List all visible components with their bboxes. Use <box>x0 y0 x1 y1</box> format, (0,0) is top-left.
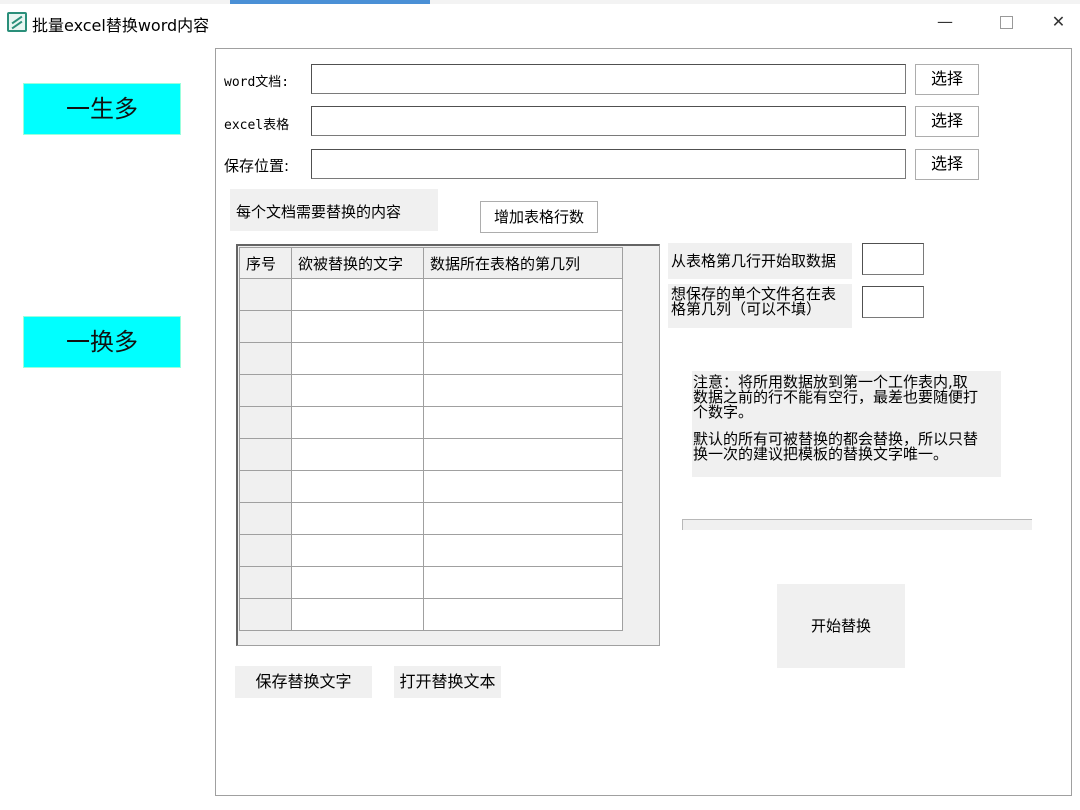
note-line-5: 换一次的建议把模板的替换文字唯一。 <box>693 445 949 463</box>
col-header-column[interactable]: 数据所在表格的第几列 <box>423 247 623 279</box>
column-number-cell[interactable] <box>423 310 623 343</box>
notes-box: 注意：将所用数据放到第一个工作表内,取 数据之前的行不能有空行，最差也要随便打 … <box>692 371 1001 477</box>
column-number-cell[interactable] <box>423 566 623 599</box>
filename-column-label: 想保存的单个文件名在表 格第几列（可以不填） <box>668 284 852 328</box>
table-row[interactable] <box>239 502 623 535</box>
table-row[interactable] <box>239 470 623 503</box>
replace-text-cell[interactable] <box>291 566 424 599</box>
start-row-label: 从表格第几行开始取数据 <box>668 243 852 279</box>
column-number-cell[interactable] <box>423 502 623 535</box>
table-row[interactable] <box>239 598 623 631</box>
table-row[interactable] <box>239 406 623 439</box>
app-icon <box>7 12 27 32</box>
start-replace-button[interactable]: 开始替换 <box>777 584 905 668</box>
save-location-input[interactable] <box>311 149 906 179</box>
column-number-cell[interactable] <box>423 598 623 631</box>
replace-grid[interactable]: 序号 欲被替换的文字 数据所在表格的第几列 <box>239 247 623 631</box>
save-location-label: 保存位置: <box>224 157 290 175</box>
row-header[interactable] <box>239 502 292 535</box>
close-button[interactable]: ✕ <box>1037 4 1080 40</box>
col-header-text[interactable]: 欲被替换的文字 <box>291 247 424 279</box>
replace-text-cell[interactable] <box>291 310 424 343</box>
maximize-icon <box>999 16 1013 29</box>
replace-many-button[interactable]: 一换多 <box>23 316 181 368</box>
window-title: 批量excel替换word内容 <box>32 16 210 35</box>
table-row[interactable] <box>239 374 623 407</box>
replace-text-cell[interactable] <box>291 534 424 567</box>
row-header[interactable] <box>239 566 292 599</box>
replace-text-cell[interactable] <box>291 278 424 311</box>
table-row[interactable] <box>239 438 623 471</box>
replace-text-cell[interactable] <box>291 406 424 439</box>
row-header[interactable] <box>239 406 292 439</box>
replace-text-cell[interactable] <box>291 438 424 471</box>
column-number-cell[interactable] <box>423 278 623 311</box>
add-rows-button[interactable]: 增加表格行数 <box>480 201 598 233</box>
replace-text-cell[interactable] <box>291 342 424 375</box>
minimize-button[interactable]: — <box>915 4 975 40</box>
row-header[interactable] <box>239 278 292 311</box>
progress-bar <box>682 519 1032 530</box>
row-header[interactable] <box>239 598 292 631</box>
word-doc-label: word文档: <box>224 75 290 90</box>
column-number-cell[interactable] <box>423 406 623 439</box>
table-row[interactable] <box>239 342 623 375</box>
save-browse-button[interactable]: 选择 <box>915 149 979 180</box>
excel-input[interactable] <box>311 106 906 136</box>
excel-label: excel表格 <box>224 118 290 133</box>
open-replace-text-button[interactable]: 打开替换文本 <box>394 666 501 698</box>
one-to-many-button[interactable]: 一生多 <box>23 83 181 135</box>
row-header[interactable] <box>239 438 292 471</box>
maximize-button[interactable] <box>976 4 1036 40</box>
row-header[interactable] <box>239 534 292 567</box>
column-number-cell[interactable] <box>423 374 623 407</box>
word-browse-button[interactable]: 选择 <box>915 64 979 95</box>
start-row-input[interactable] <box>862 243 924 275</box>
filename-column-label-line2: 格第几列（可以不填） <box>671 300 822 318</box>
table-row[interactable] <box>239 566 623 599</box>
row-header[interactable] <box>239 374 292 407</box>
replace-content-heading: 每个文档需要替换的内容 <box>230 189 438 231</box>
column-number-cell[interactable] <box>423 534 623 567</box>
row-header[interactable] <box>239 310 292 343</box>
save-replace-text-button[interactable]: 保存替换文字 <box>235 666 372 698</box>
filename-column-input[interactable] <box>862 286 924 318</box>
word-doc-input[interactable] <box>311 64 906 94</box>
replace-text-cell[interactable] <box>291 502 424 535</box>
column-number-cell[interactable] <box>423 438 623 471</box>
row-header[interactable] <box>239 470 292 503</box>
replace-text-cell[interactable] <box>291 470 424 503</box>
replace-text-cell[interactable] <box>291 598 424 631</box>
note-line-3: 个数字。 <box>693 403 754 421</box>
excel-browse-button[interactable]: 选择 <box>915 106 979 137</box>
replace-text-cell[interactable] <box>291 374 424 407</box>
table-row[interactable] <box>239 310 623 343</box>
col-header-index[interactable]: 序号 <box>239 247 292 279</box>
row-header[interactable] <box>239 342 292 375</box>
column-number-cell[interactable] <box>423 470 623 503</box>
table-row[interactable] <box>239 534 623 567</box>
column-number-cell[interactable] <box>423 342 623 375</box>
table-row[interactable] <box>239 278 623 311</box>
